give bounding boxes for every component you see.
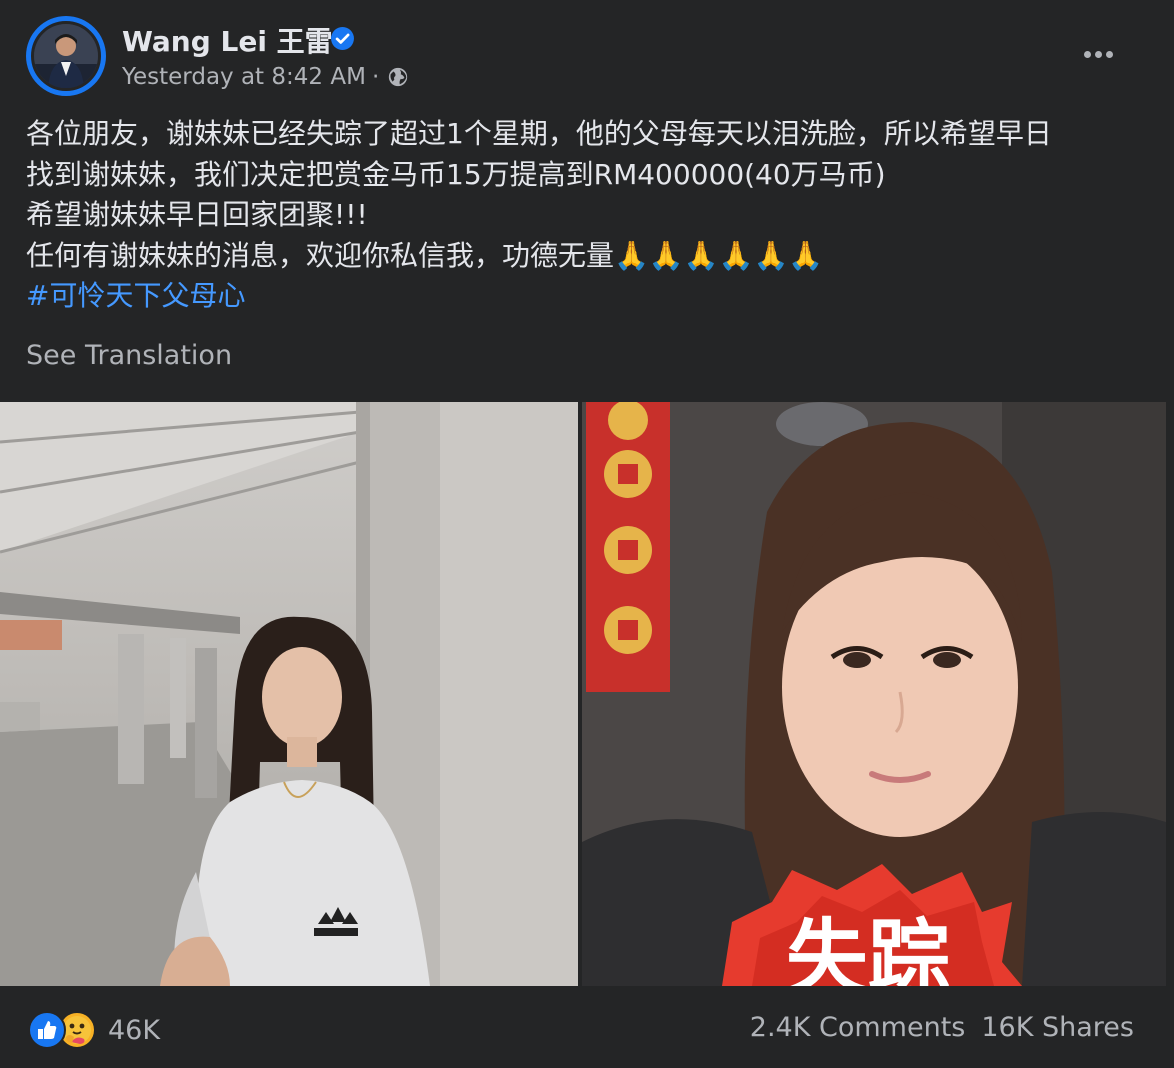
more-dot-icon: [1083, 50, 1091, 58]
meta-separator: ·: [371, 64, 380, 90]
author-avatar[interactable]: [26, 16, 106, 96]
author-name[interactable]: Wang Lei 王雷: [122, 20, 333, 60]
photo-banner-text: 失踪: [786, 911, 950, 986]
reaction-count: 46K: [108, 1014, 161, 1046]
post-timestamp[interactable]: Yesterday at 8:42 AM: [122, 64, 366, 90]
comments-count-link[interactable]: 2.4K Comments: [750, 1012, 966, 1043]
post-body: 各位朋友，谢妹妹已经失踪了超过1个星期，他的父母每天以泪洗脸，所以希望早日 找到…: [26, 114, 1146, 317]
photo-edge: [1166, 402, 1174, 986]
globe-icon[interactable]: [387, 66, 409, 88]
verified-badge-icon: [331, 27, 354, 50]
facebook-post: Wang Lei 王雷 Yesterday at 8:42 AM · 各位朋友，…: [0, 0, 1174, 1068]
post-meta: Yesterday at 8:42 AM ·: [122, 64, 409, 90]
like-icon: [28, 1011, 66, 1049]
shares-count-link[interactable]: 16K Shares: [981, 1012, 1134, 1043]
more-dot-icon: [1094, 50, 1102, 58]
more-options-button[interactable]: [1074, 36, 1122, 72]
more-dot-icon: [1105, 50, 1113, 58]
avatar-photo: [31, 21, 101, 91]
post-body-line: 找到谢妹妹，我们决定把赏金马币15万提高到RM400000(40万马币): [26, 157, 886, 191]
post-body-line: 各位朋友，谢妹妹已经失踪了超过1个星期，他的父母每天以泪洗脸，所以希望早日: [26, 117, 1052, 150]
photo-right[interactable]: 失踪: [582, 402, 1166, 986]
post-body-line: 希望谢妹妹早日回家团聚!!!: [26, 198, 368, 231]
hashtag-link[interactable]: #可怜天下父母心: [26, 279, 245, 312]
see-translation-link[interactable]: See Translation: [26, 340, 232, 371]
post-body-line: 任何有谢妹妹的消息，欢迎你私信我，功德无量🙏🙏🙏🙏🙏🙏: [26, 238, 824, 272]
photo-left[interactable]: [0, 402, 578, 986]
engagement-stats: 2.4K Comments 16K Shares: [750, 1012, 1134, 1043]
reaction-summary[interactable]: 46K: [28, 1010, 160, 1050]
